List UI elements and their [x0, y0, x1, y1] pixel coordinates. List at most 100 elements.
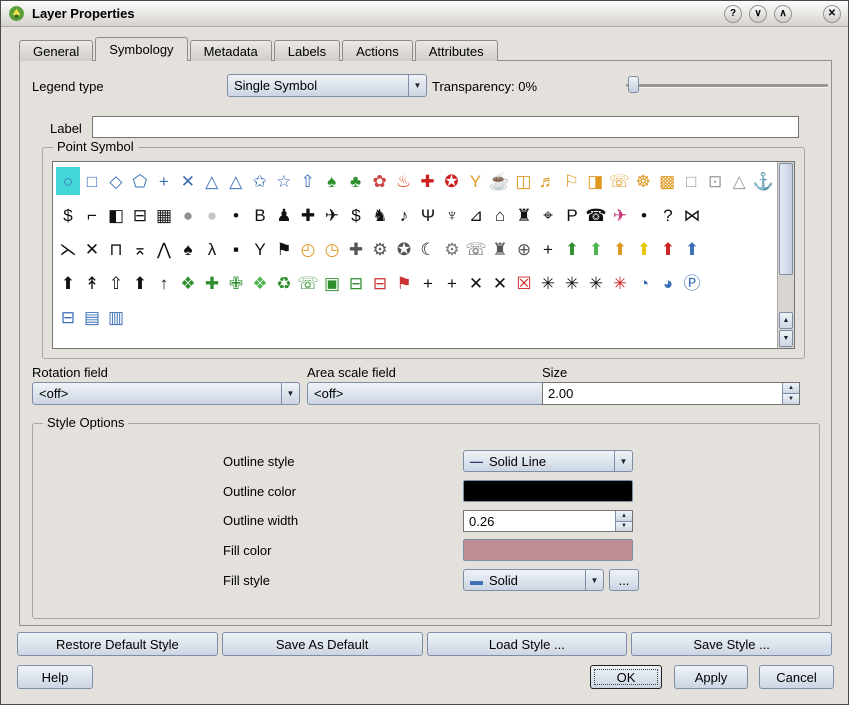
- symbol-deer[interactable]: ♞: [368, 201, 392, 229]
- symbol-dollar-bold[interactable]: $: [344, 201, 368, 229]
- rotation-field-combobox[interactable]: <off> ▼: [32, 382, 300, 405]
- symbol-badge-blue[interactable]: ◔: [632, 269, 656, 297]
- symbol-deciduous-tree[interactable]: ♣: [344, 167, 368, 195]
- symbol-asterisk-red[interactable]: ✳: [608, 269, 632, 297]
- symbol-arrow-up-red[interactable]: ⬆: [656, 235, 680, 263]
- symbol-star[interactable]: ✩: [248, 167, 272, 195]
- symbol-museum[interactable]: ♜: [488, 235, 512, 263]
- spin-down-icon[interactable]: ▼: [783, 394, 799, 404]
- symbol-arrow-up-yellow[interactable]: ⬆: [632, 235, 656, 263]
- symbol-skier[interactable]: ⋋: [56, 235, 80, 263]
- cancel-button[interactable]: Cancel: [759, 665, 834, 689]
- symbol-crossed-skis[interactable]: ✕: [80, 235, 104, 263]
- scroll-down-button[interactable]: ▼: [779, 330, 793, 347]
- symbol-conifer-tree[interactable]: ♠: [320, 167, 344, 195]
- symbol-train-red[interactable]: ⊟: [368, 269, 392, 297]
- symbol-music[interactable]: ♬: [535, 167, 559, 195]
- symbol-cinema[interactable]: ◫: [511, 167, 535, 195]
- symbol-triangle[interactable]: △: [200, 167, 224, 195]
- symbol-glass[interactable]: Y: [248, 235, 272, 263]
- symbol-bus-blue[interactable]: ⊟: [56, 303, 80, 331]
- symbol-cross-plus[interactable]: +: [416, 269, 440, 297]
- symbol-cog[interactable]: ⚙: [440, 235, 464, 263]
- symbol-snowflake[interactable]: ✳: [584, 269, 608, 297]
- symbol-hourglass-amber[interactable]: ◷: [320, 235, 344, 263]
- symbol-clock-amber[interactable]: ◴: [296, 235, 320, 263]
- spin-down-icon[interactable]: ▼: [616, 522, 632, 532]
- symbol-arrow-up-green[interactable]: ⬆: [560, 235, 584, 263]
- tab-symbology[interactable]: Symbology: [95, 37, 187, 61]
- symbol-recycle-green[interactable]: ♻: [272, 269, 296, 297]
- symbol-black-tree[interactable]: ♠: [176, 235, 200, 263]
- symbol-arrow-outline-black[interactable]: ⇧: [104, 269, 128, 297]
- chevron-down-icon[interactable]: ▼: [281, 383, 299, 404]
- symbol-small-dot[interactable]: •: [632, 201, 656, 229]
- symbol-cross-outline-green[interactable]: ✙: [224, 269, 248, 297]
- symbol-flag[interactable]: ⚑: [272, 235, 296, 263]
- chevron-down-icon[interactable]: ▼: [408, 75, 426, 96]
- symbol-tram-blue[interactable]: ▥: [104, 303, 128, 331]
- symbol-shield-green[interactable]: ❖: [176, 269, 200, 297]
- slider-handle[interactable]: [628, 76, 639, 93]
- load-style-button[interactable]: Load Style ...: [427, 632, 628, 656]
- symbol-tipi[interactable]: ⋀: [152, 235, 176, 263]
- size-spinbox[interactable]: 2.00 ▲▼: [542, 382, 800, 405]
- symbol-equilateral-triangle[interactable]: △: [224, 167, 248, 195]
- symbol-cross-x[interactable]: ✕: [176, 167, 200, 195]
- symbol-list-scrollbar[interactable]: ▲ ▼: [777, 162, 794, 348]
- scroll-up-button[interactable]: ▲: [779, 312, 793, 329]
- symbol-arrow[interactable]: ⇧: [296, 167, 320, 195]
- close-button[interactable]: ✕: [823, 5, 841, 23]
- spin-up-icon[interactable]: ▲: [783, 383, 799, 394]
- symbol-pub[interactable]: ⚐: [559, 167, 583, 195]
- symbol-cross-x-bold[interactable]: ✕: [488, 269, 512, 297]
- tab-attributes[interactable]: Attributes: [415, 40, 498, 61]
- symbol-parking-blue[interactable]: Ⓟ: [680, 269, 704, 297]
- symbol-dotted-square[interactable]: ⊡: [703, 167, 727, 195]
- symbol-telephone-gray[interactable]: ☏: [464, 235, 488, 263]
- symbol-cross-green[interactable]: ✚: [200, 269, 224, 297]
- symbol-gift[interactable]: ▩: [655, 167, 679, 195]
- help-button[interactable]: Help: [17, 665, 93, 689]
- symbol-bus-green[interactable]: ⊟: [344, 269, 368, 297]
- symbol-cross-framed[interactable]: ✚: [344, 235, 368, 263]
- outline-style-combobox[interactable]: — Solid Line ▼: [463, 450, 633, 472]
- area-scale-field-combobox[interactable]: <off> ▼: [307, 382, 575, 405]
- transparency-slider[interactable]: [626, 76, 828, 94]
- symbol-telephone-amber[interactable]: ☏: [607, 167, 631, 195]
- symbol-music-note[interactable]: ♪: [392, 201, 416, 229]
- legend-type-combobox[interactable]: Single Symbol ▼: [227, 74, 427, 97]
- symbol-sail[interactable]: ⊿: [464, 201, 488, 229]
- symbol-circle[interactable]: ○: [56, 167, 80, 195]
- symbol-airport[interactable]: ✈: [608, 201, 632, 229]
- symbol-flag-red[interactable]: ⚑: [392, 269, 416, 297]
- symbol-arrow-up-amber[interactable]: ⬆: [608, 235, 632, 263]
- symbol-moon[interactable]: ☾: [416, 235, 440, 263]
- save-as-default-button[interactable]: Save As Default: [222, 632, 423, 656]
- symbol-telephone[interactable]: ☎: [584, 201, 608, 229]
- symbol-rail-blue[interactable]: ▤: [80, 303, 104, 331]
- symbol-shelter[interactable]: ⌅: [128, 235, 152, 263]
- symbol-cafe[interactable]: ☕: [487, 167, 511, 195]
- fill-color-button[interactable]: [463, 539, 633, 561]
- symbol-pedestrian[interactable]: λ: [200, 235, 224, 263]
- symbol-cross[interactable]: +: [152, 167, 176, 195]
- restore-default-style-button[interactable]: Restore Default Style: [17, 632, 218, 656]
- symbol-gray-circle[interactable]: ●: [176, 201, 200, 229]
- symbol-small-marker[interactable]: ▪: [224, 235, 248, 263]
- symbol-picnic-bench[interactable]: ⋈: [680, 201, 704, 229]
- symbol-fire[interactable]: ♨: [392, 167, 416, 195]
- symbol-compass[interactable]: ⊕: [512, 235, 536, 263]
- symbol-cross-x-black[interactable]: ✕: [464, 269, 488, 297]
- tab-general[interactable]: General: [19, 40, 93, 61]
- symbol-white-triangle[interactable]: △: [727, 167, 751, 195]
- shade-button[interactable]: ∨: [749, 5, 767, 23]
- apply-button[interactable]: Apply: [674, 665, 748, 689]
- symbol-spruce-black[interactable]: ↟: [80, 269, 104, 297]
- symbol-gear[interactable]: ⚙: [368, 235, 392, 263]
- symbol-bank-building[interactable]: ♜: [512, 201, 536, 229]
- symbol-people[interactable]: ♟: [272, 201, 296, 229]
- symbol-wheel[interactable]: ☸: [631, 167, 655, 195]
- spin-up-icon[interactable]: ▲: [616, 511, 632, 522]
- symbol-bank[interactable]: B: [248, 201, 272, 229]
